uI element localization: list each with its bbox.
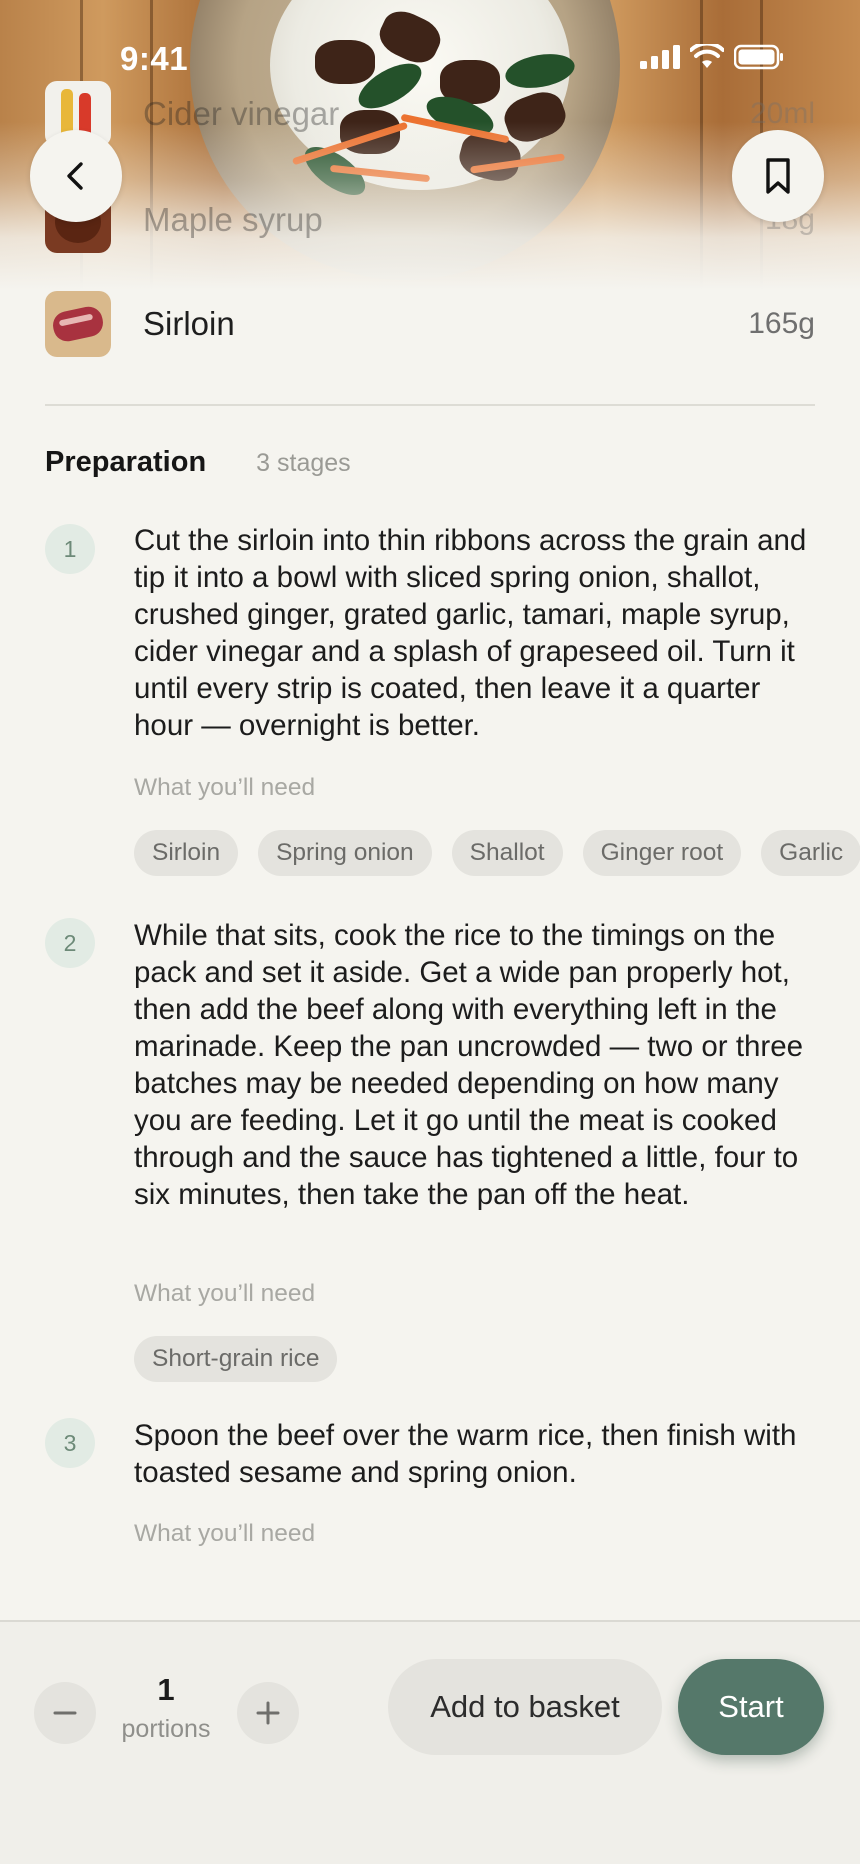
ingredient-thumbnail	[45, 291, 111, 357]
plus-icon	[256, 1701, 280, 1725]
increase-portions-button[interactable]	[237, 1682, 299, 1744]
step-number-badge: 3	[45, 1418, 95, 1468]
step-ingredient-chips[interactable]: Sirloin Spring onion Shallot Ginger root…	[134, 830, 860, 876]
status-icons	[640, 44, 784, 70]
step-text: Spoon the beef over the warm rice, then …	[134, 1419, 797, 1489]
portions-value: 1	[157, 1672, 175, 1707]
wifi-icon	[690, 44, 724, 68]
ingredient-chip[interactable]: Sirloin	[134, 830, 239, 876]
step-number-badge: 2	[45, 918, 95, 968]
ingredient-name: Sirloin	[143, 305, 235, 342]
step-text: Cut the sirloin into thin ribbons across…	[134, 524, 807, 742]
ingredient-chip[interactable]: Ginger root	[582, 830, 742, 876]
ingredient-chip[interactable]: Garlic	[761, 830, 860, 876]
step-number-badge: 1	[45, 524, 95, 574]
decrease-portions-button[interactable]	[34, 1682, 96, 1744]
battery-icon	[734, 44, 783, 70]
status-time: 9:41	[120, 40, 189, 77]
need-label: What you’ll need	[134, 1520, 316, 1547]
bookmark-icon	[766, 158, 790, 194]
ingredient-row[interactable]: Maple syrup 18g	[45, 186, 815, 254]
ingredient-chip[interactable]: Spring onion	[258, 830, 432, 876]
step-ingredient-chips[interactable]: Short-grain rice	[134, 1336, 338, 1382]
portions-label: portions	[121, 1715, 211, 1743]
step-text: While that sits, cook the rice to the ti…	[134, 919, 804, 1211]
need-label: What you’ll need	[134, 774, 316, 801]
ingredient-quantity: 165g	[748, 307, 815, 340]
ingredient-row[interactable]: Sirloin 165g	[45, 290, 815, 358]
ingredient-name: Maple syrup	[143, 201, 323, 238]
start-button[interactable]: Start	[678, 1659, 824, 1755]
ingredient-chip[interactable]: Shallot	[451, 830, 563, 876]
back-button[interactable]	[30, 130, 122, 222]
bookmark-button[interactable]	[732, 130, 824, 222]
preparation-header: Preparation 3 stages	[45, 446, 351, 479]
section-title: Preparation	[45, 446, 207, 478]
add-to-basket-button[interactable]: Add to basket	[388, 1659, 662, 1755]
chevron-left-icon	[67, 162, 83, 190]
need-label: What you’ll need	[134, 1280, 316, 1307]
section-divider	[45, 404, 815, 406]
minus-icon	[53, 1711, 77, 1715]
stage-count: 3 stages	[256, 449, 351, 477]
ingredient-chip[interactable]: Short-grain rice	[134, 1336, 338, 1382]
status-bar: 9:41	[0, 0, 860, 110]
signal-icon	[640, 45, 680, 69]
